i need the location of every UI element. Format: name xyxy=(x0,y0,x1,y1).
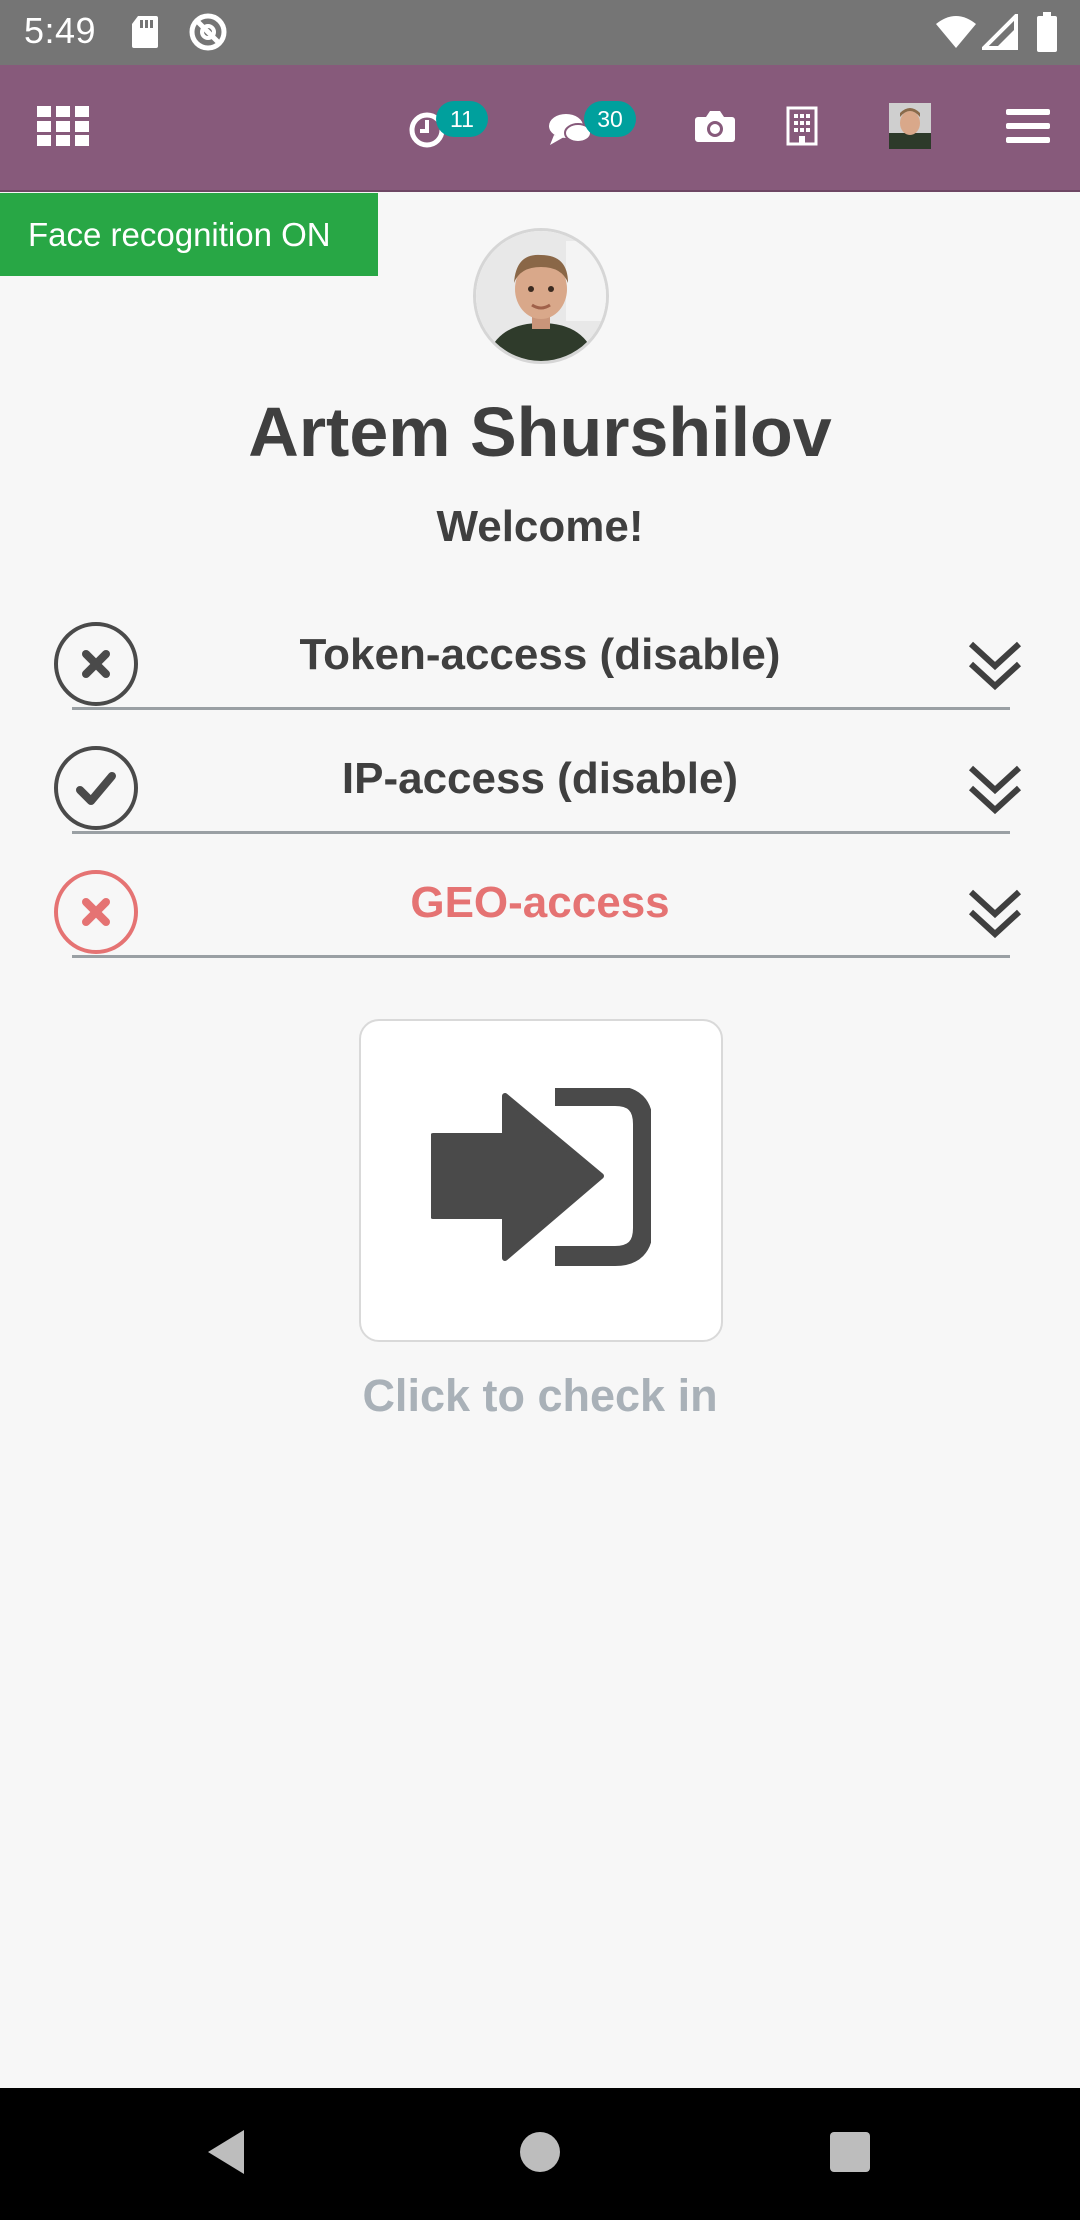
x-circle-icon xyxy=(54,870,138,954)
face-recognition-banner: Face recognition ON xyxy=(0,193,378,276)
hamburger-menu-icon xyxy=(1006,109,1050,148)
check-circle-icon xyxy=(54,746,138,830)
camera-button[interactable] xyxy=(690,65,740,192)
recents-icon xyxy=(829,2131,871,2178)
battery-icon xyxy=(1036,12,1058,57)
home-button[interactable] xyxy=(480,2088,600,2220)
messages-badge: 30 xyxy=(584,101,636,137)
sd-card-icon xyxy=(130,14,160,55)
check-in-caption: Click to check in xyxy=(362,1370,718,1421)
activities-badge: 11 xyxy=(436,101,488,137)
avatar xyxy=(889,103,931,154)
employee-photo xyxy=(473,228,609,364)
home-icon xyxy=(518,2130,562,2179)
grid-icon xyxy=(37,106,89,151)
x-circle-icon xyxy=(54,622,138,706)
messages-button[interactable]: 30 xyxy=(544,65,644,192)
recents-button[interactable] xyxy=(790,2088,910,2220)
row-divider xyxy=(72,955,1010,958)
apps-menu-button[interactable] xyxy=(28,65,98,192)
status-bar: 5:49 xyxy=(0,0,1080,65)
main-menu-button[interactable] xyxy=(1000,65,1056,192)
back-icon xyxy=(204,2128,248,2181)
do-not-disturb-icon xyxy=(188,12,228,57)
wifi-icon xyxy=(934,14,978,55)
camera-icon xyxy=(694,109,736,148)
status-time: 5:49 xyxy=(24,10,97,51)
row-divider xyxy=(72,831,1010,834)
double-chevron-down-icon[interactable] xyxy=(966,636,1024,699)
employee-name: Artem Shurshilov xyxy=(248,393,832,471)
company-button[interactable] xyxy=(780,65,824,192)
back-button[interactable] xyxy=(166,2088,286,2220)
user-avatar-button[interactable] xyxy=(886,65,934,192)
token-access-row[interactable]: Token-access (disable) xyxy=(0,622,1080,746)
ip-access-label: IP-access (disable) xyxy=(341,754,739,803)
geo-access-row[interactable]: GEO-access xyxy=(0,870,1080,994)
row-divider xyxy=(72,707,1010,710)
double-chevron-down-icon[interactable] xyxy=(966,884,1024,947)
system-navigation-bar xyxy=(0,2088,1080,2220)
activities-button[interactable]: 11 xyxy=(402,65,502,192)
check-in-button[interactable] xyxy=(359,1019,723,1342)
top-navigation-bar: 11 30 xyxy=(0,65,1080,192)
double-chevron-down-icon[interactable] xyxy=(966,760,1024,823)
building-icon xyxy=(786,106,818,151)
geo-access-label: GEO-access xyxy=(410,878,670,927)
sign-in-icon xyxy=(430,1086,653,1273)
token-access-label: Token-access (disable) xyxy=(299,630,781,679)
ip-access-row[interactable]: IP-access (disable) xyxy=(0,746,1080,870)
cellular-signal-icon xyxy=(979,11,1018,55)
welcome-message: Welcome! xyxy=(436,502,644,551)
